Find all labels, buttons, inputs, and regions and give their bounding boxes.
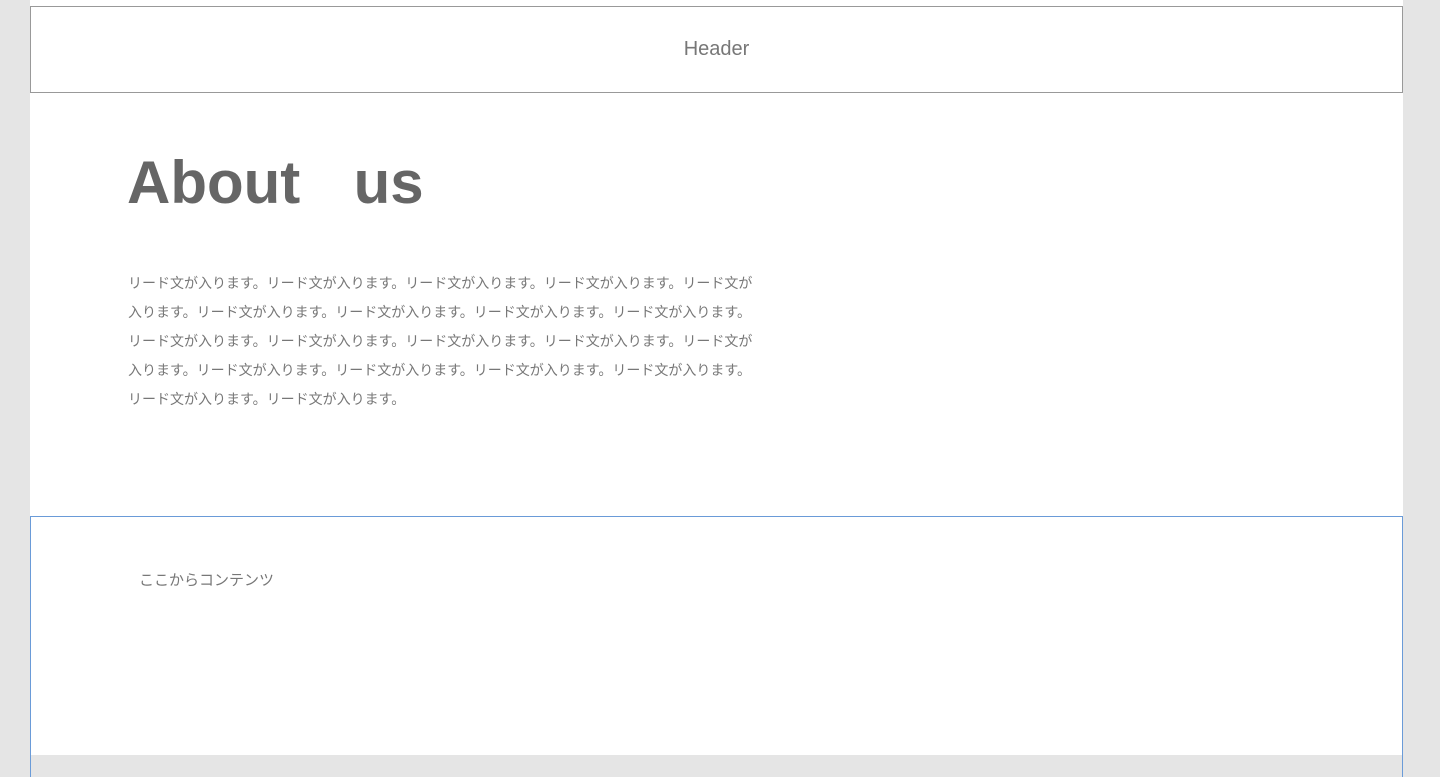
lead-line: リード文が入ります。リード文が入ります。リード文が入ります。リード文が入ります。…: [128, 276, 753, 292]
content-section: ここからコンテンツ: [30, 516, 1403, 777]
content-label: ここからコンテンツ: [139, 571, 275, 589]
lead-line: リード文が入ります。リード文が入ります。リード文が入ります。リード文が入ります。…: [128, 334, 753, 350]
page: Header About us リード文が入ります。リード文が入ります。リード文…: [30, 0, 1403, 777]
header-label: Header: [683, 38, 750, 60]
header: Header: [30, 6, 1403, 93]
lead-line: リード文が入ります。リード文が入ります。: [128, 392, 406, 408]
lead-line: 入ります。リード文が入ります。リード文が入ります。リード文が入ります。リード文が…: [128, 305, 751, 321]
lead-text: リード文が入ります。リード文が入ります。リード文が入ります。リード文が入ります。…: [128, 270, 928, 415]
lead-line: 入ります。リード文が入ります。リード文が入ります。リード文が入ります。リード文が…: [128, 363, 751, 379]
page-title: About us: [127, 149, 424, 216]
